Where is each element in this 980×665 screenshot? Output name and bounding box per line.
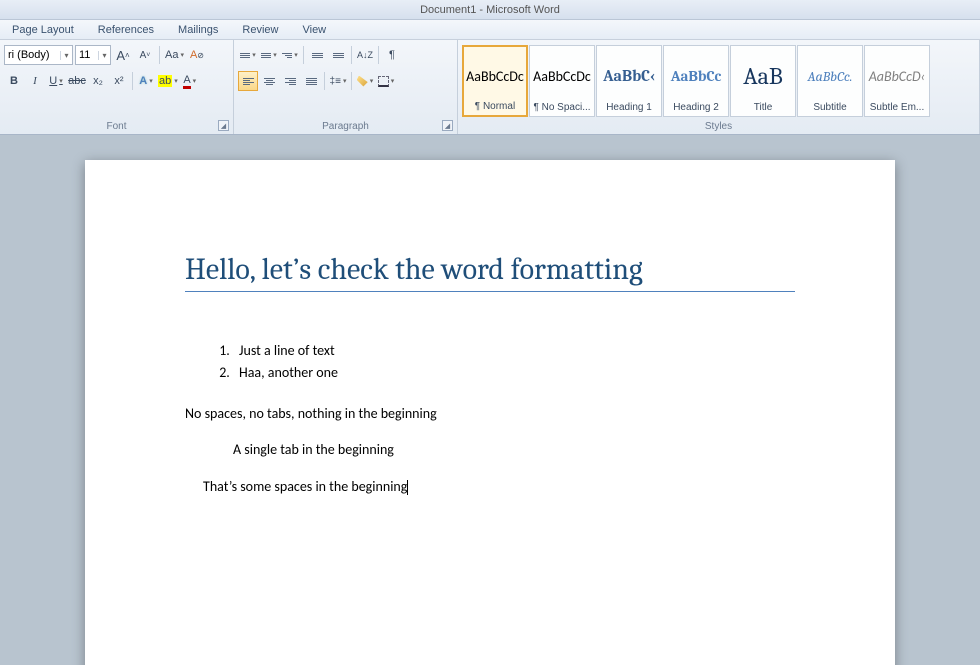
show-pilcrow-button[interactable]: ¶ [382, 45, 402, 65]
group-styles: AaBbCcDc¶ NormalAaBbCcDc¶ No Spaci...AaB… [458, 40, 980, 134]
borders-button[interactable]: ▾ [376, 71, 396, 91]
separator [132, 72, 133, 90]
list-item[interactable]: Haa, another one [233, 362, 795, 384]
align-justify-button[interactable] [301, 71, 321, 91]
font-family-input[interactable] [5, 49, 60, 61]
bold-button[interactable]: B [4, 71, 24, 91]
font-size-input[interactable] [76, 49, 98, 61]
style-preview: AaB [743, 50, 783, 102]
style-heading-2[interactable]: AaBbCcHeading 2 [663, 45, 729, 117]
style-preview: AaBbCcD‹ [869, 50, 926, 102]
style-name-label: Heading 2 [666, 102, 726, 113]
style-name-label: Title [733, 102, 793, 113]
style-preview: AaBbC‹ [603, 50, 655, 102]
style-title[interactable]: AaBTitle [730, 45, 796, 117]
font-dialog-launcher[interactable]: ◢ [218, 120, 229, 131]
window-titlebar: Document1 - Microsoft Word [0, 0, 980, 20]
align-left-button[interactable] [238, 71, 258, 91]
paragraph-line[interactable]: A single tab in the beginning [185, 439, 795, 461]
style-name-label: Subtitle [800, 102, 860, 113]
underline-button[interactable]: U▾ [46, 71, 66, 91]
text-cursor [407, 480, 408, 495]
list-item[interactable]: Just a line of text [233, 340, 795, 362]
paragraph-line[interactable]: That’s some spaces in the beginning [185, 476, 795, 498]
italic-button[interactable]: I [25, 71, 45, 91]
style-preview: AaBbCcDc [533, 50, 591, 102]
style-heading-1[interactable]: AaBbC‹Heading 1 [596, 45, 662, 117]
style-name-label: Heading 1 [599, 102, 659, 113]
sort-button[interactable]: A↓Z [355, 45, 375, 65]
bullets-button[interactable]: ▾ [238, 45, 258, 65]
shrink-font-button[interactable]: A˅ [135, 45, 155, 65]
document-body[interactable]: Just a line of text Haa, another one No … [185, 340, 795, 498]
align-right-button[interactable] [280, 71, 300, 91]
style-name-label: Subtle Em... [867, 102, 927, 113]
style-name-label: ¶ No Spaci... [532, 102, 592, 113]
style-preview: AaBbCcDc [466, 51, 524, 101]
align-center-button[interactable] [259, 71, 279, 91]
decrease-indent-button[interactable] [307, 45, 327, 65]
group-label-paragraph: Paragraph [234, 121, 457, 132]
separator [351, 46, 352, 64]
paragraph-dialog-launcher[interactable]: ◢ [442, 120, 453, 131]
font-family-combo[interactable]: ▾ [4, 45, 73, 65]
separator [351, 72, 352, 90]
separator [378, 46, 379, 64]
tab-view[interactable]: View [290, 21, 338, 39]
chevron-down-icon[interactable]: ▾ [98, 51, 110, 60]
ribbon-tabs: Page Layout References Mailings Review V… [0, 20, 980, 40]
font-color-button[interactable]: A▾ [180, 71, 200, 91]
group-label-styles: Styles [458, 121, 979, 132]
shading-button[interactable]: ▾ [355, 71, 375, 91]
page[interactable]: Hello, let’s check the word formatting J… [85, 160, 895, 665]
numbered-list[interactable]: Just a line of text Haa, another one [185, 340, 795, 385]
chevron-down-icon[interactable]: ▾ [60, 51, 72, 60]
strikethrough-button[interactable]: abc [67, 71, 87, 91]
tab-review[interactable]: Review [230, 21, 290, 39]
superscript-button[interactable]: x² [109, 71, 129, 91]
separator [303, 46, 304, 64]
highlight-button[interactable]: ab▾ [157, 71, 179, 91]
line-spacing-button[interactable]: ‡≡▾ [328, 71, 348, 91]
tab-page-layout[interactable]: Page Layout [0, 21, 86, 39]
tab-references[interactable]: References [86, 21, 166, 39]
style-name-label: ¶ Normal [466, 101, 524, 112]
window-title: Document1 - Microsoft Word [420, 4, 560, 16]
style-preview: AaBbCc [671, 50, 722, 102]
style--normal[interactable]: AaBbCcDc¶ Normal [462, 45, 528, 117]
increase-indent-button[interactable] [328, 45, 348, 65]
subscript-button[interactable]: x₂ [88, 71, 108, 91]
ribbon: ▾ ▾ A˄ A˅ Aa▾ A⊘ B I U▾ abc x₂ x² A▾ ab▾… [0, 40, 980, 135]
style-subtle-em-[interactable]: AaBbCcD‹Subtle Em... [864, 45, 930, 117]
separator [324, 72, 325, 90]
style-preview: AaBbCc. [808, 50, 853, 102]
font-size-combo[interactable]: ▾ [75, 45, 111, 65]
style-subtitle[interactable]: AaBbCc.Subtitle [797, 45, 863, 117]
text-effects-button[interactable]: A▾ [136, 71, 156, 91]
clear-formatting-button[interactable]: A⊘ [187, 45, 207, 65]
change-case-button[interactable]: Aa▾ [164, 45, 185, 65]
paint-bucket-icon [357, 76, 368, 87]
separator [159, 46, 160, 64]
tab-mailings[interactable]: Mailings [166, 21, 230, 39]
document-area[interactable]: Hello, let’s check the word formatting J… [0, 135, 980, 665]
multilevel-list-button[interactable]: ▾ [280, 45, 300, 65]
group-font: ▾ ▾ A˄ A˅ Aa▾ A⊘ B I U▾ abc x₂ x² A▾ ab▾… [0, 40, 234, 134]
paragraph-line[interactable]: No spaces, no tabs, nothing in the begin… [185, 403, 795, 425]
document-heading[interactable]: Hello, let’s check the word formatting [185, 252, 795, 292]
style--no-spaci-[interactable]: AaBbCcDc¶ No Spaci... [529, 45, 595, 117]
group-paragraph: ▾ ▾ ▾ A↓Z ¶ ‡≡▾ ▾ ▾ Paragraph ◢ [234, 40, 458, 134]
numbering-button[interactable]: ▾ [259, 45, 279, 65]
grow-font-button[interactable]: A˄ [113, 45, 133, 65]
group-label-font: Font [0, 121, 233, 132]
